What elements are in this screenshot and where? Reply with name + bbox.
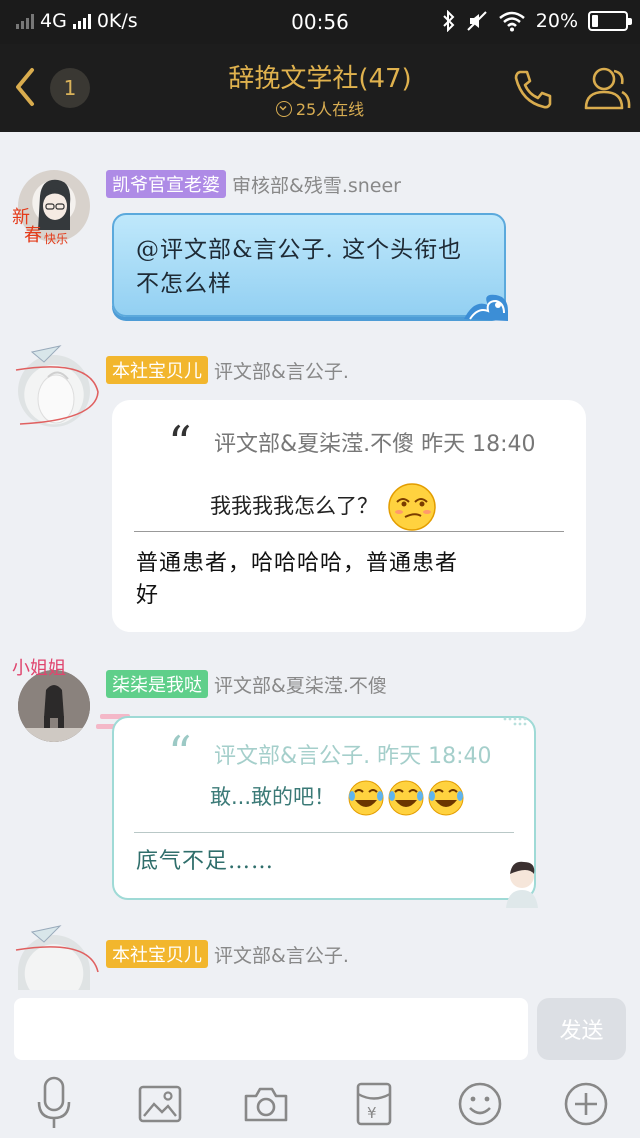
battery-percent: 20% bbox=[535, 10, 578, 32]
boy-sticker-icon bbox=[506, 861, 538, 908]
camera-icon[interactable] bbox=[242, 1080, 290, 1128]
plus-icon[interactable] bbox=[562, 1080, 610, 1128]
member-title-badge[interactable]: 凯爷官宣老婆 bbox=[106, 170, 226, 198]
quoted-source[interactable]: 评文部&夏柒滢.不傻 昨天 18:40 bbox=[214, 426, 536, 458]
message-text: @评文部&言公子. 这个头衔也不怎么样 bbox=[136, 237, 463, 297]
bluetooth-icon bbox=[443, 10, 455, 32]
message-bubble[interactable]: @评文部&言公子. 这个头衔也不怎么样 bbox=[112, 213, 508, 321]
quote-divider bbox=[134, 531, 564, 532]
smirk-emoji-icon bbox=[387, 483, 436, 531]
wifi-icon bbox=[498, 11, 525, 32]
emoji-icon[interactable] bbox=[456, 1080, 504, 1128]
quote-mark-icon: “ bbox=[168, 416, 192, 470]
quoted-source[interactable]: 评文部&言公子. 昨天 18:40 bbox=[214, 738, 492, 770]
member-title-badge[interactable]: 柒柒是我哒 bbox=[106, 670, 208, 698]
new-year-sticker-icon: 新春 快乐 bbox=[12, 207, 68, 246]
sender-line: 本社宝贝儿 评文部&言公子. bbox=[106, 356, 349, 384]
group-members-icon[interactable] bbox=[580, 64, 632, 112]
status-right: 20% bbox=[442, 10, 632, 32]
input-bar: 发送 bbox=[0, 990, 640, 1070]
paper-plane-decoration-icon bbox=[15, 925, 99, 973]
battery-fill bbox=[592, 15, 598, 27]
battery-icon bbox=[588, 11, 632, 31]
reply-bubble[interactable]: “ 评文部&言公子. 昨天 18:40 敢...敢的吧！ 底气不足…… bbox=[112, 716, 538, 908]
reply-bubble[interactable]: “ 评文部&夏柒滢.不傻 昨天 18:40 我我我我怎么了？ 普通患者，哈哈哈哈… bbox=[112, 400, 586, 632]
svg-text:春: 春 bbox=[24, 225, 42, 246]
laugh-cry-emoji-icon bbox=[348, 780, 464, 816]
svg-text:¥: ¥ bbox=[367, 1104, 377, 1122]
sender-line: 本社宝贝儿 评文部&言公子. bbox=[106, 940, 349, 968]
mute-icon bbox=[467, 11, 487, 31]
phone-icon[interactable] bbox=[510, 66, 556, 112]
reply-text: 普通患者，哈哈哈哈，普通患者好 bbox=[136, 551, 459, 608]
quote-divider bbox=[134, 832, 514, 833]
quoted-text: 我我我我怎么了？ bbox=[210, 482, 437, 532]
sender-name[interactable]: 评文部&夏柒滢.不傻 bbox=[214, 671, 387, 698]
image-icon[interactable] bbox=[136, 1080, 184, 1128]
bottom-toolbar: ¥ bbox=[0, 1070, 640, 1138]
sender-name[interactable]: 评文部&言公子. bbox=[214, 941, 349, 968]
quoted-text-content: 敢...敢的吧！ bbox=[210, 785, 336, 809]
sender-name[interactable]: 评文部&言公子. bbox=[214, 357, 349, 384]
dots-decoration-icon bbox=[503, 717, 527, 726]
svg-text:小姐姐: 小姐姐 bbox=[12, 658, 66, 679]
svg-text:快乐: 快乐 bbox=[44, 232, 68, 246]
sister-sticker-icon: 小姐姐 bbox=[12, 658, 66, 679]
status-bar: 4G 0K/s 00:56 20% bbox=[0, 0, 640, 44]
member-title-badge[interactable]: 本社宝贝儿 bbox=[106, 940, 208, 968]
microphone-icon[interactable] bbox=[30, 1076, 78, 1128]
wave-decoration-icon bbox=[464, 294, 508, 321]
paper-plane-decoration-icon bbox=[15, 345, 99, 425]
quoted-text-content: 我我我我怎么了？ bbox=[210, 494, 378, 518]
quoted-text: 敢...敢的吧！ bbox=[210, 778, 466, 818]
member-title-badge[interactable]: 本社宝贝儿 bbox=[106, 356, 208, 384]
sender-line: 柒柒是我哒 评文部&夏柒滢.不傻 bbox=[106, 670, 387, 698]
reply-text: 底气不足…… bbox=[136, 849, 275, 874]
red-packet-icon[interactable]: ¥ bbox=[350, 1080, 398, 1128]
chevron-down-icon bbox=[275, 101, 292, 117]
send-button[interactable]: 发送 bbox=[537, 998, 626, 1060]
chat-header: 1 辞挽文学社(47) 25人在线 bbox=[0, 44, 640, 132]
quote-mark-icon: “ bbox=[168, 726, 192, 780]
online-count-text: 25人在线 bbox=[295, 100, 365, 119]
sender-line: 凯爷官宣老婆 审核部&残雪.sneer bbox=[106, 170, 401, 198]
message-input[interactable] bbox=[14, 998, 528, 1060]
sender-name[interactable]: 审核部&残雪.sneer bbox=[232, 171, 401, 198]
